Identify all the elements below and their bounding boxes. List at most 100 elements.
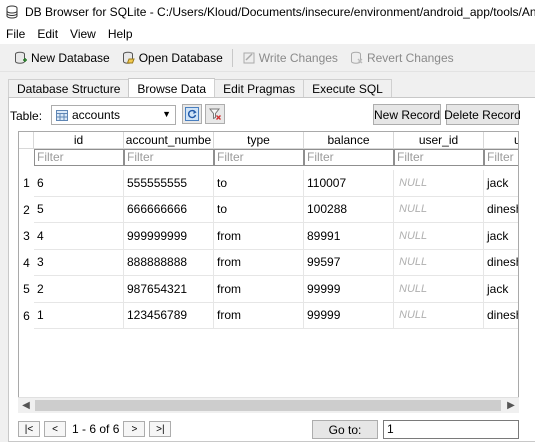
cell-type[interactable]: to [214, 196, 304, 223]
cell-id[interactable]: 4 [34, 223, 124, 250]
scroll-left-icon[interactable]: ◀ [18, 399, 34, 413]
title-bar: DB Browser for SQLite - C:/Users/Kloud/D… [0, 0, 535, 24]
row-number[interactable]: 5 [19, 276, 34, 303]
cell-balance[interactable]: 99597 [304, 249, 394, 276]
table-label: Table: [10, 109, 43, 123]
last-page-button[interactable]: >| [149, 421, 172, 437]
cell-user-id[interactable]: NULL [394, 302, 484, 329]
refresh-button[interactable] [182, 104, 202, 124]
cell-balance[interactable]: 99999 [304, 302, 394, 329]
cell-type[interactable]: from [214, 223, 304, 250]
cell-user-id[interactable]: NULL [394, 223, 484, 250]
filter-input-u[interactable]: Filter [484, 149, 518, 166]
cell-user-id[interactable]: NULL [394, 249, 484, 276]
new-database-button[interactable]: New Database [8, 47, 116, 69]
column-header-u[interactable]: u [484, 132, 518, 149]
cell-user-id[interactable]: NULL [394, 170, 484, 197]
goto-input[interactable]: 1 [383, 420, 519, 439]
column-header-balance[interactable]: balance [304, 132, 394, 149]
cell-type[interactable]: from [214, 302, 304, 329]
grid-corner [19, 132, 34, 149]
next-page-button[interactable]: > [123, 421, 146, 437]
cell-value: 1 [37, 308, 44, 323]
scrollbar-thumb[interactable] [35, 400, 501, 411]
cell-account-number[interactable]: 666666666 [124, 196, 214, 223]
cell-type[interactable]: from [214, 249, 304, 276]
cell-account-number[interactable]: 888888888 [124, 249, 214, 276]
cell-value: dinesh [487, 202, 519, 217]
filter-input-user-id[interactable]: Filter [394, 149, 484, 166]
cell-u[interactable]: jack [484, 170, 518, 197]
filter-input-type[interactable]: Filter [214, 149, 304, 166]
cell-value: from [217, 255, 241, 270]
cell-balance[interactable]: 89991 [304, 223, 394, 250]
filter-input-balance[interactable]: Filter [304, 149, 394, 166]
column-header-account-number[interactable]: account_numbe [124, 132, 214, 149]
cell-account-number[interactable]: 123456789 [124, 302, 214, 329]
record-count-status: 1 - 6 of 6 [72, 422, 120, 436]
cell-value: jack [487, 175, 509, 190]
open-database-icon [122, 51, 135, 64]
row-number[interactable]: 1 [19, 170, 34, 197]
toolbar-separator [231, 48, 233, 67]
cell-value: NULL [399, 282, 428, 295]
filter-input-id[interactable]: Filter [34, 149, 124, 166]
cell-balance[interactable]: 100288 [304, 196, 394, 223]
cell-account-number[interactable]: 987654321 [124, 276, 214, 303]
cell-balance[interactable]: 110007 [304, 170, 394, 197]
cell-u[interactable]: dinesh [484, 197, 519, 223]
new-record-button[interactable]: New Record [373, 104, 441, 125]
refresh-icon [185, 107, 199, 121]
cell-balance[interactable]: 99999 [304, 276, 394, 303]
cell-id[interactable]: 5 [34, 196, 124, 223]
table-select[interactable]: accounts ▼ [51, 105, 176, 125]
cell-account-number[interactable]: 999999999 [124, 223, 214, 250]
cell-id[interactable]: 3 [34, 249, 124, 276]
open-database-label: Open Database [138, 50, 223, 65]
cell-value: NULL [399, 256, 428, 269]
cell-value: 99999 [307, 281, 341, 296]
tab-edit-pragmas[interactable]: Edit Pragmas [214, 79, 305, 98]
cell-user-id[interactable]: NULL [394, 276, 484, 303]
row-number[interactable]: 4 [19, 249, 34, 276]
previous-page-button[interactable]: < [44, 421, 66, 437]
cell-value: NULL [399, 229, 428, 242]
row-number[interactable]: 6 [19, 302, 34, 329]
tab-browse-data[interactable]: Browse Data [128, 78, 216, 98]
cell-u[interactable]: dinesh [484, 303, 518, 329]
cell-id[interactable]: 6 [34, 170, 124, 197]
cell-value: jack [487, 281, 509, 296]
cell-id[interactable]: 1 [34, 302, 124, 329]
horizontal-scrollbar[interactable]: ◀ ▶ [18, 397, 519, 413]
menu-edit[interactable]: Edit [31, 27, 64, 41]
filter-input-account-number[interactable]: Filter [124, 149, 214, 166]
cell-type[interactable]: to [214, 170, 304, 197]
revert-changes-button[interactable]: Revert Changes [344, 47, 460, 69]
cell-type[interactable]: from [214, 276, 304, 303]
menu-help[interactable]: Help [102, 27, 139, 41]
open-database-button[interactable]: Open Database [116, 47, 229, 69]
cell-value: 100288 [307, 202, 348, 217]
row-number[interactable]: 3 [19, 223, 34, 250]
tab-database-structure[interactable]: Database Structure [8, 79, 130, 98]
scroll-right-icon[interactable]: ▶ [503, 399, 519, 413]
tab-execute-sql[interactable]: Execute SQL [303, 79, 392, 98]
write-changes-button[interactable]: Write Changes [236, 47, 344, 69]
column-header-user-id[interactable]: user_id [394, 132, 484, 149]
cell-user-id[interactable]: NULL [394, 196, 484, 223]
goto-button[interactable]: Go to: [312, 420, 378, 439]
cell-value: 999999999 [127, 228, 188, 243]
menu-view[interactable]: View [64, 27, 102, 41]
column-header-type[interactable]: type [214, 132, 304, 149]
cell-id[interactable]: 2 [34, 276, 124, 303]
column-header-id[interactable]: id [34, 132, 124, 149]
menu-file[interactable]: File [0, 27, 31, 41]
cell-u[interactable]: jack [484, 223, 518, 250]
row-number[interactable]: 2 [19, 196, 34, 223]
delete-record-button[interactable]: Delete Record [444, 104, 521, 125]
clear-filter-button[interactable] [205, 104, 225, 124]
cell-u[interactable]: jack [484, 276, 518, 303]
cell-u[interactable]: dinesh [484, 250, 518, 276]
first-page-button[interactable]: |< [18, 421, 40, 437]
cell-account-number[interactable]: 555555555 [124, 170, 214, 197]
